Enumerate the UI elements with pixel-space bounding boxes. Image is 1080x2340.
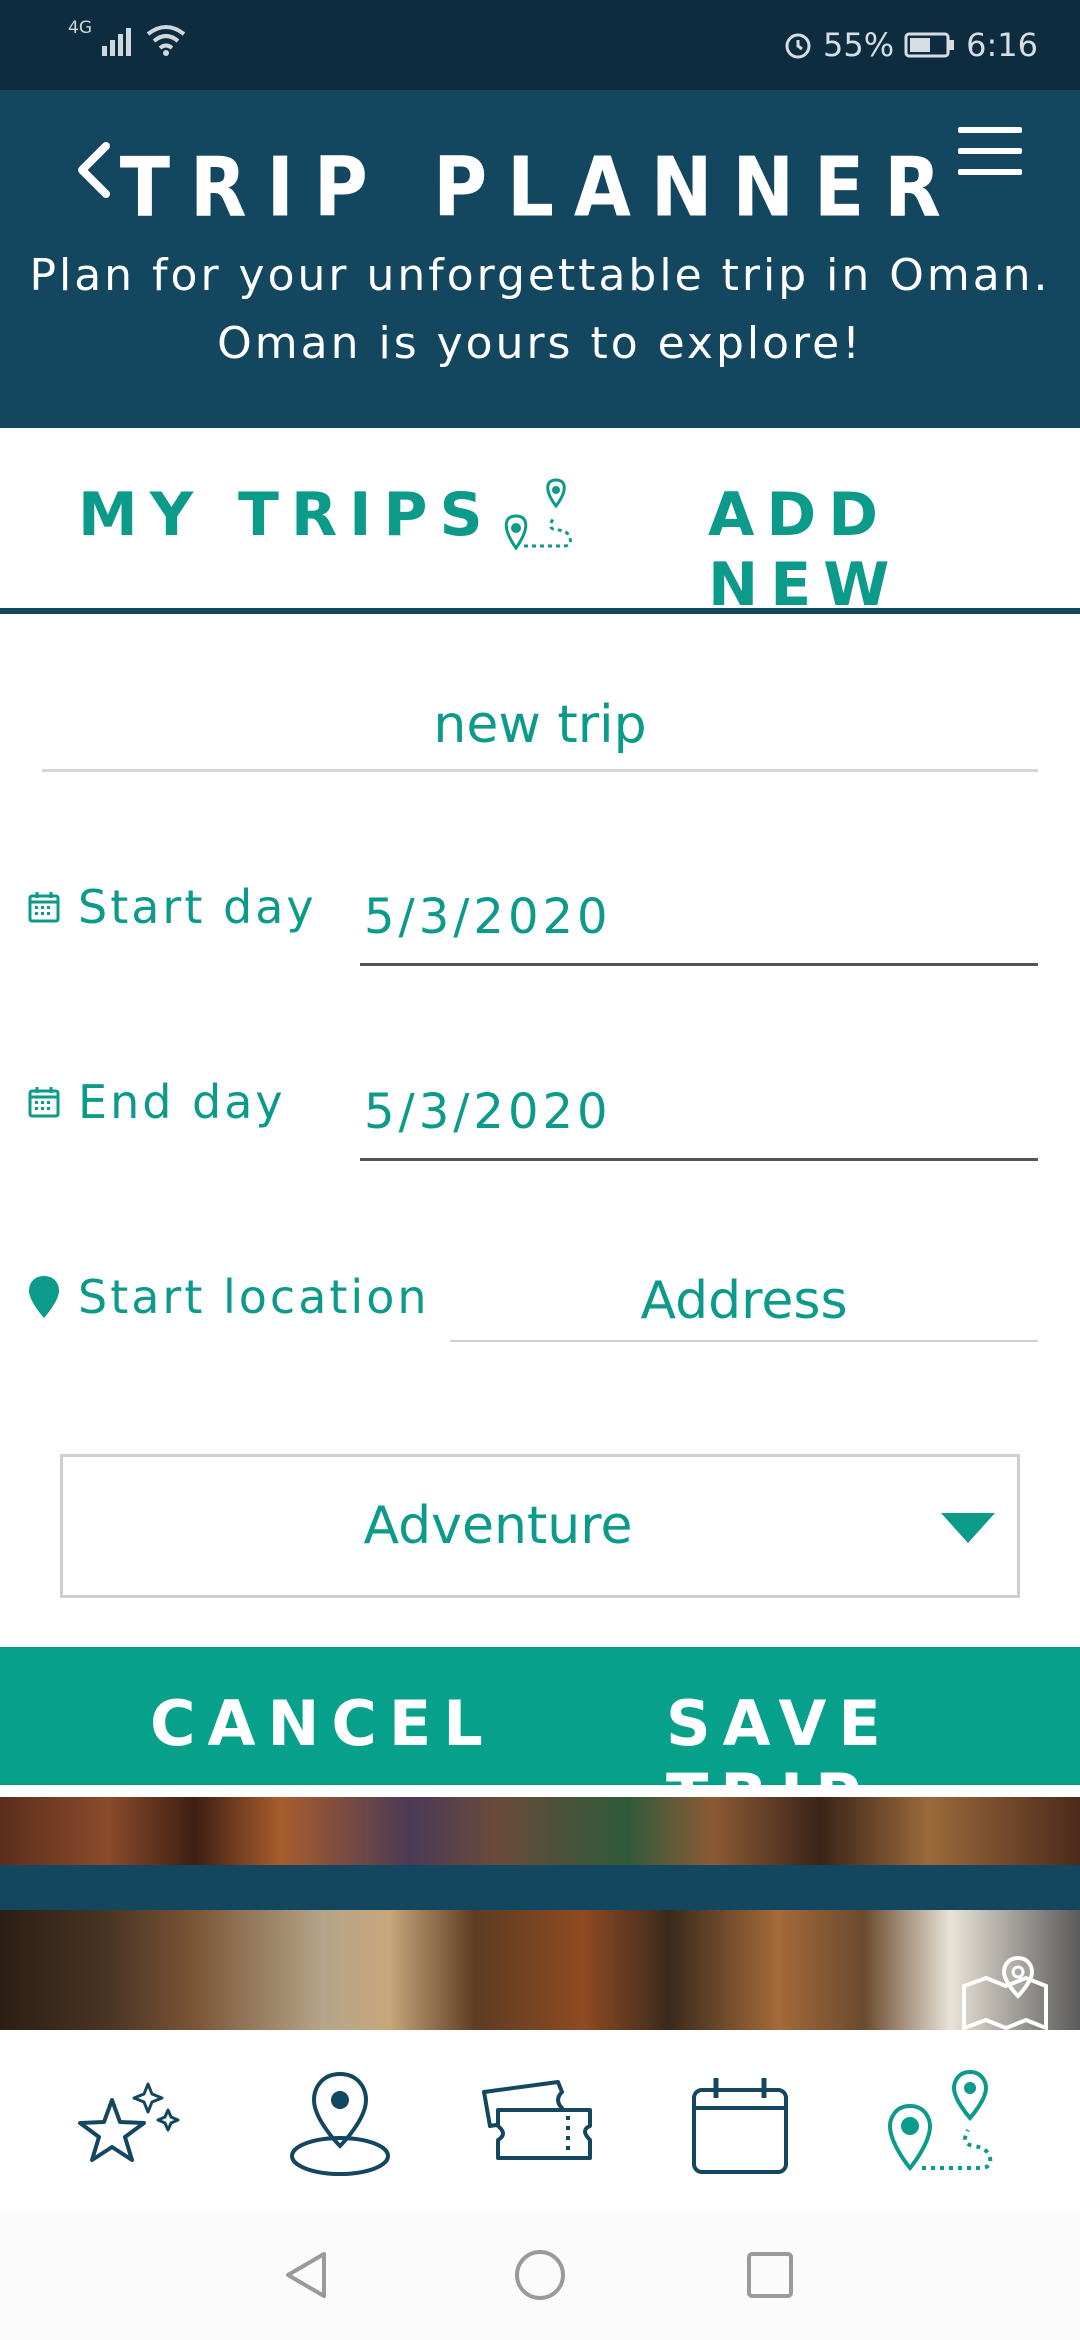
- trip-name-input[interactable]: [42, 680, 1038, 772]
- nav-highlights[interactable]: [64, 2070, 204, 2180]
- system-nav-bar: [0, 2210, 1080, 2340]
- background-photo-top: [0, 1797, 1080, 1865]
- start-day-field[interactable]: 5/3/2020: [360, 882, 1038, 966]
- start-day-label-row: Start day: [28, 880, 317, 934]
- menu-button[interactable]: [958, 122, 1022, 186]
- system-back-icon[interactable]: [272, 2240, 342, 2310]
- trip-route-icon: [504, 478, 572, 551]
- start-location-label-row: Start location: [28, 1270, 430, 1324]
- calendar-icon: [28, 892, 60, 923]
- signal-icon: [102, 28, 131, 56]
- sparkle-star-icon: [78, 2082, 180, 2162]
- header-subtitle: Plan for your unforgettable trip in Oman…: [0, 242, 1080, 378]
- location-pin-icon: [29, 1276, 59, 1318]
- nav-places[interactable]: [270, 2070, 410, 2180]
- nav-trip-planner[interactable]: [868, 2069, 1008, 2180]
- subtitle-line-1: Plan for your unforgettable trip in Oman…: [29, 250, 1051, 301]
- ticket-icon: [482, 2080, 592, 2160]
- category-select[interactable]: Adventure: [60, 1454, 1020, 1598]
- trip-tabs: MY TRIPS ADD NEW: [0, 428, 1080, 620]
- location-pin-icon: [290, 2071, 390, 2176]
- network-type: 4G: [68, 18, 92, 38]
- status-right: 55% 6:16: [783, 26, 1038, 64]
- tab-my-trips[interactable]: MY TRIPS: [78, 480, 495, 550]
- tab-add-new[interactable]: ADD NEW: [708, 480, 1080, 620]
- status-left: 4G: [68, 18, 186, 56]
- end-day-label: End day: [78, 1075, 286, 1129]
- start-location-label: Start location: [78, 1270, 430, 1324]
- hamburger-icon: [958, 127, 1022, 175]
- cancel-button[interactable]: CANCEL: [150, 1687, 495, 1760]
- background-photo-bottom: [0, 1910, 1080, 2030]
- map-pin-icon[interactable]: [960, 1956, 1050, 2030]
- clock: 6:16: [966, 26, 1038, 64]
- calendar-icon: [28, 1087, 60, 1118]
- battery-percent: 55%: [823, 26, 895, 64]
- category-value: Adventure: [363, 1496, 633, 1556]
- address-input[interactable]: [450, 1262, 1038, 1342]
- background-band: [0, 1865, 1080, 1910]
- alarm-icon: [785, 33, 811, 59]
- bottom-nav: [0, 2030, 1080, 2210]
- action-bar: CANCEL SAVE TRIP: [0, 1647, 1080, 1833]
- end-day-label-row: End day: [28, 1075, 286, 1129]
- battery-icon: [904, 32, 955, 58]
- start-day-label: Start day: [78, 880, 317, 934]
- system-recents-icon[interactable]: [735, 2240, 805, 2310]
- trip-route-icon: [887, 2069, 993, 2172]
- subtitle-line-2: Oman is yours to explore!: [217, 318, 863, 369]
- wifi-icon: [146, 25, 186, 56]
- dropdown-caret-icon: [941, 1513, 995, 1543]
- calendar-icon: [692, 2078, 788, 2174]
- nav-tickets[interactable]: [470, 2070, 610, 2180]
- app-header: TRIP PLANNER Plan for your unforgettable…: [0, 90, 1080, 428]
- nav-events[interactable]: [670, 2070, 810, 2180]
- end-day-field[interactable]: 5/3/2020: [360, 1077, 1038, 1161]
- page-title: TRIP PLANNER: [119, 140, 961, 236]
- system-home-icon[interactable]: [505, 2240, 575, 2310]
- status-bar: 4G 55% 6:16: [0, 0, 1080, 90]
